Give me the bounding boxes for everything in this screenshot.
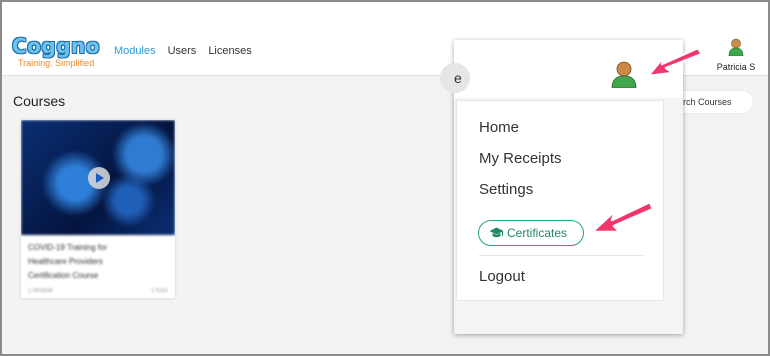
logo[interactable]: Coggno Training. Simplified	[12, 35, 100, 69]
course-meta: 1 Module 1 hour	[28, 288, 168, 294]
course-title-line: Healthcare Providers	[28, 257, 103, 266]
user-avatar-icon[interactable]	[610, 60, 638, 88]
user-menu-trigger[interactable]: Patricia S	[714, 38, 758, 72]
course-title-line: COVID-19 Training for	[28, 243, 108, 252]
menu-item-home[interactable]: Home	[479, 119, 519, 136]
menu-divider	[479, 255, 643, 256]
certificates-button[interactable]: Certificates	[478, 220, 584, 246]
logo-tagline: Training. Simplified	[18, 58, 95, 68]
menu-item-logout[interactable]: Logout	[479, 268, 525, 285]
menu-item-my-receipts[interactable]: My Receipts	[479, 150, 562, 167]
user-avatar-icon	[728, 38, 744, 57]
course-modules: 1 Module	[28, 288, 53, 294]
certificates-label: Certificates	[507, 226, 568, 240]
nav-modules[interactable]: Modules	[114, 45, 156, 57]
nav-licenses[interactable]: Licenses	[208, 45, 251, 57]
arrow-annotation-avatar	[646, 46, 704, 78]
page-title: Courses	[13, 93, 66, 109]
graduation-cap-icon	[489, 227, 504, 238]
main-nav: Modules Users Licenses	[114, 45, 252, 57]
course-title-line: Certification Course	[28, 271, 99, 280]
menu-item-settings[interactable]: Settings	[479, 181, 533, 198]
user-name: Patricia S	[716, 62, 756, 72]
course-duration: 1 hour	[150, 288, 168, 294]
logo-wordmark: Coggno	[12, 34, 101, 58]
course-title: COVID-19 Training for Healthcare Provide…	[28, 241, 168, 283]
course-card[interactable]: COVID-19 Training for Healthcare Provide…	[21, 120, 175, 298]
app-frame: Coggno Training. Simplified Modules User…	[2, 2, 768, 354]
play-icon[interactable]	[88, 167, 110, 189]
arrow-annotation-certificates	[590, 200, 655, 234]
nav-users[interactable]: Users	[168, 45, 197, 57]
partial-glyph: e	[454, 70, 462, 86]
partial-button[interactable]: e	[440, 63, 470, 93]
